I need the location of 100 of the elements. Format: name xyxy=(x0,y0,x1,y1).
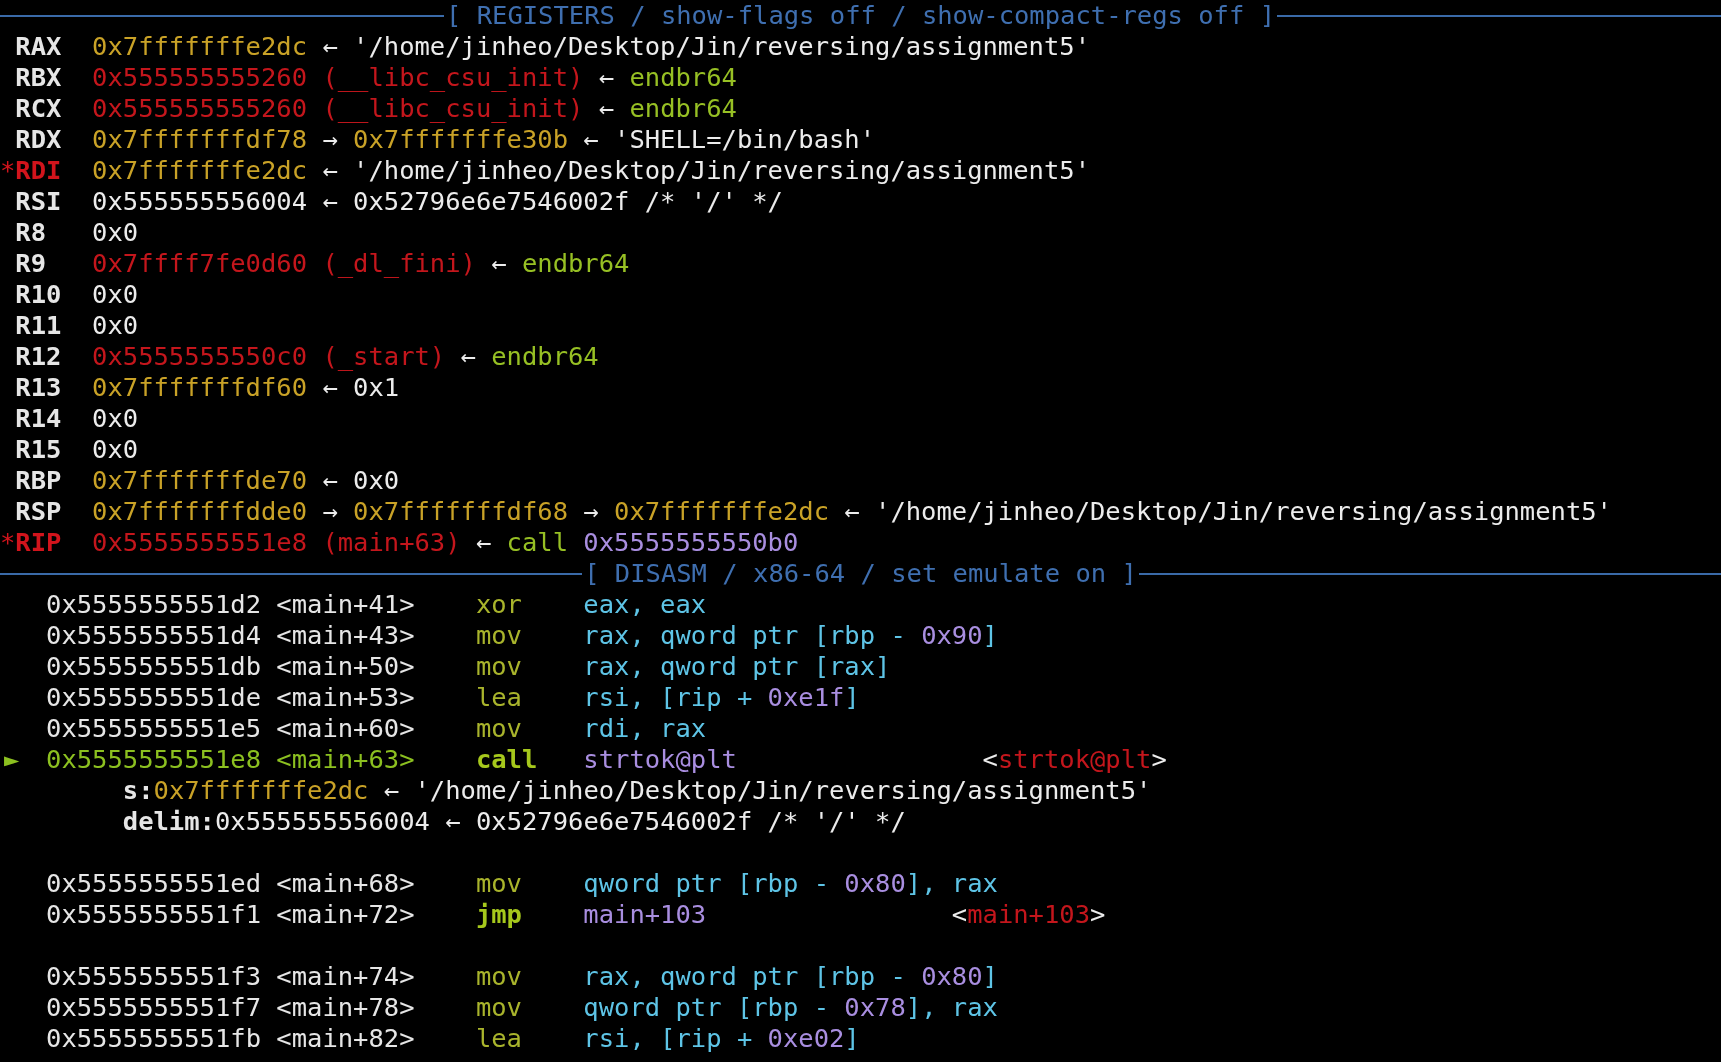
pointer-arrow: ← xyxy=(844,496,860,527)
data-value: 0x1 xyxy=(353,372,400,403)
data-value: 0x0 xyxy=(92,279,139,310)
function-offset: <main+82> xyxy=(276,1023,415,1053)
immediate-value: 0x90 xyxy=(921,620,983,651)
call-target: 0x5555555550b0 xyxy=(583,527,799,558)
instruction-text: call xyxy=(506,527,568,558)
register-name: RBP xyxy=(15,465,62,495)
instruction-address: 0x5555555551f3 xyxy=(46,961,261,991)
symbol-label: strtok@plt xyxy=(997,744,1152,774)
operand-text: rax, qword ptr [rbp - xyxy=(583,620,907,651)
function-offset: <main+72> xyxy=(276,899,415,929)
pointer-arrow: → xyxy=(322,124,338,155)
symbol-label: (main+63) xyxy=(322,527,461,558)
instruction-mnemonic: lea xyxy=(475,1023,522,1053)
instruction-mnemonic: mov xyxy=(475,992,522,1022)
data-value: 0x52796e6e7546002f xyxy=(353,186,630,217)
data-value: 0x52796e6e7546002f xyxy=(475,806,753,837)
register-name: RAX xyxy=(15,31,62,61)
stack-address: 0x7fffffffdde0 xyxy=(92,496,308,527)
pointer-arrow: ← xyxy=(322,372,338,403)
instruction-address: 0x5555555551f7 xyxy=(46,992,261,1022)
symbol-label: (__libc_csu_init) xyxy=(322,93,584,124)
operand-text: rax, qword ptr [rax] xyxy=(583,651,891,682)
pointer-arrow: ← xyxy=(491,248,507,279)
operand-text: ], rax xyxy=(905,992,998,1023)
function-offset: <main+63> xyxy=(276,744,415,774)
instruction-address: 0x5555555551e8 xyxy=(46,744,261,774)
register-name: R11 xyxy=(15,310,62,340)
operand-text: eax, eax xyxy=(583,589,707,620)
stack-address: 0x7fffffffe2dc xyxy=(92,155,308,186)
section-header: [ REGISTERS / show-flags off / show-compact-regs off ] xyxy=(445,0,1276,31)
operand-text: qword ptr [rbp - xyxy=(583,868,830,899)
bracket-text: < xyxy=(982,744,998,774)
string-value: 'SHELL=/bin/bash' xyxy=(614,124,876,155)
immediate-value: 0x78 xyxy=(844,992,906,1023)
operand-text: rsi, [rip + xyxy=(583,682,754,713)
instruction-address: 0x5555555551f1 xyxy=(46,899,261,929)
operand-text: qword ptr [rbp - xyxy=(583,992,830,1023)
data-value: /* '/' */ xyxy=(767,806,906,837)
symbol-label: (_start) xyxy=(322,341,446,372)
code-address: 0x5555555551e8 xyxy=(92,527,308,558)
register-name: R13 xyxy=(15,372,62,402)
pointer-arrow: → xyxy=(322,496,338,527)
immediate-value: 0xe1f xyxy=(767,682,845,713)
instruction-mnemonic: mov xyxy=(475,868,522,898)
pointer-arrow: ← xyxy=(322,186,338,217)
instruction-mnemonic: mov xyxy=(475,713,522,743)
stack-address: 0x7fffffffe30b xyxy=(353,124,568,155)
data-value: 0x0 xyxy=(92,217,139,248)
section-header: [ DISASM / x86-64 / set emulate on ] xyxy=(583,558,1138,589)
register-name: RSI xyxy=(15,186,62,216)
instruction-address: 0x5555555551ed xyxy=(46,868,261,898)
symbol-label: (__libc_csu_init) xyxy=(322,62,584,93)
operand-text: rdi, rax xyxy=(583,713,707,744)
register-name: RCX xyxy=(15,93,62,123)
instruction-text: endbr64 xyxy=(491,341,599,372)
instruction-mnemonic: call xyxy=(475,744,538,774)
operand-text: ] xyxy=(844,682,860,713)
function-offset: <main+74> xyxy=(276,961,415,991)
stack-address: 0x7fffffffde70 xyxy=(92,465,308,496)
string-value: '/home/jinheo/Desktop/Jin/reversing/assignment5' xyxy=(875,496,1612,527)
instruction-address: 0x5555555551de xyxy=(46,682,261,712)
pointer-arrow: ← xyxy=(460,341,476,372)
operand-text: ], rax xyxy=(905,868,998,899)
data-value: 0x0 xyxy=(92,403,139,434)
instruction-text: endbr64 xyxy=(629,93,737,124)
code-address: 0x5555555550c0 xyxy=(92,341,308,372)
instruction-address: 0x5555555551d4 xyxy=(46,620,261,650)
bracket-text: < xyxy=(951,899,968,929)
immediate-value: 0x80 xyxy=(921,961,983,992)
changed-marker: * xyxy=(0,155,16,185)
code-address: 0x555555555260 xyxy=(92,62,308,93)
data-value: 0x555555556004 xyxy=(214,806,430,837)
operand-text: ] xyxy=(844,1023,860,1054)
pointer-arrow: ← xyxy=(322,155,338,186)
changed-marker: * xyxy=(0,527,16,557)
pointer-arrow: → xyxy=(583,496,599,527)
register-name: RDI xyxy=(15,155,62,185)
register-name: R15 xyxy=(15,434,62,464)
stack-address: 0x7fffffffe2dc xyxy=(614,496,829,527)
function-offset: <main+78> xyxy=(276,992,415,1022)
function-offset: <main+68> xyxy=(276,868,415,898)
instruction-address: 0x5555555551e5 xyxy=(46,713,261,743)
argument-label: s: xyxy=(122,775,154,806)
code-address: 0x555555555260 xyxy=(92,93,308,124)
operand-text: ] xyxy=(982,961,998,992)
immediate-value: strtok@plt xyxy=(583,744,737,775)
string-value: '/home/jinheo/Desktop/Jin/reversing/assignment5' xyxy=(414,775,1152,806)
pointer-arrow: ← xyxy=(598,93,615,124)
string-value: '/home/jinheo/Desktop/Jin/reversing/assignment5' xyxy=(353,155,1090,186)
instruction-mnemonic: lea xyxy=(475,682,522,712)
stack-address: 0x7fffffffe2dc xyxy=(153,775,369,806)
data-value: 0x0 xyxy=(353,465,400,496)
function-offset: <main+50> xyxy=(276,651,415,681)
data-value: 0x555555556004 xyxy=(92,186,308,217)
pointer-arrow: ← xyxy=(598,62,615,93)
function-offset: <main+60> xyxy=(276,713,415,743)
register-name: R12 xyxy=(15,341,62,371)
immediate-value: main+103 xyxy=(583,899,707,930)
